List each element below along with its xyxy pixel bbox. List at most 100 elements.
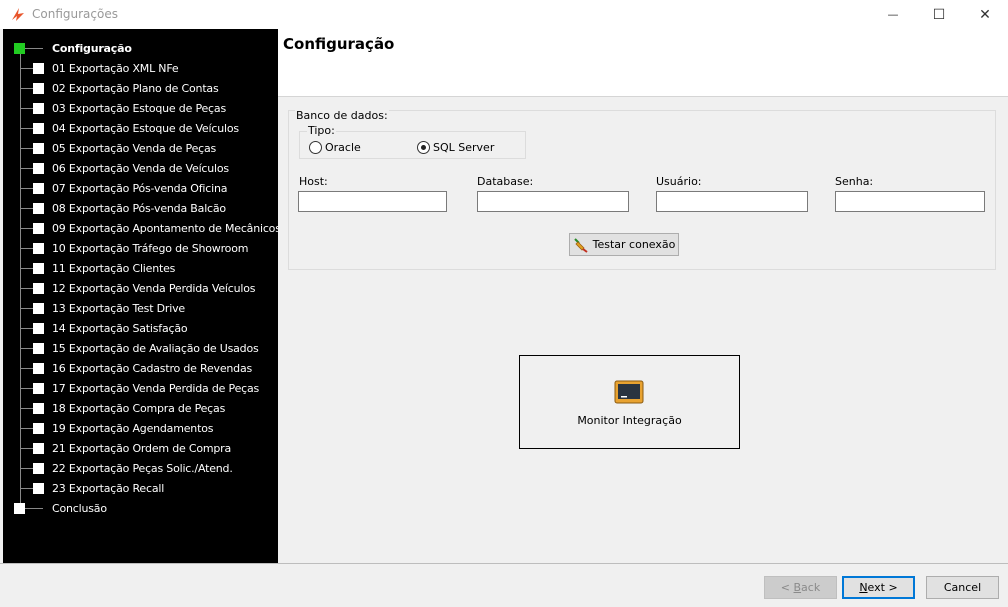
close-button[interactable]: ✕: [962, 0, 1008, 29]
senha-label: Senha:: [835, 175, 874, 188]
tree-step-label: 13 Exportação Test Drive: [52, 302, 185, 315]
step-marker: [33, 283, 44, 294]
active-step-marker: [14, 43, 25, 54]
radio-oracle-circle[interactable]: [309, 141, 322, 154]
monitor-integracao-button[interactable]: Monitor Integração: [519, 355, 740, 449]
tree-item-step[interactable]: 06 Exportação Venda de Veículos: [3, 159, 278, 179]
tree-item-conclusao[interactable]: Conclusão: [3, 499, 278, 519]
main-content: Banco de dados: Tipo: Oracle SQL Server …: [278, 97, 1008, 563]
window-title: Configurações: [32, 7, 118, 21]
step-marker: [33, 143, 44, 154]
tree-item-step[interactable]: 14 Exportação Satisfação: [3, 319, 278, 339]
tree-item-step[interactable]: 16 Exportação Cadastro de Revendas: [3, 359, 278, 379]
tree-branch-line: [21, 348, 33, 349]
tree-step-label: 16 Exportação Cadastro de Revendas: [52, 362, 253, 375]
cancel-label: Cancel: [943, 581, 982, 594]
tree-item-step[interactable]: 23 Exportação Recall: [3, 479, 278, 499]
tree-item-step[interactable]: 08 Exportação Pós-venda Balcão: [3, 199, 278, 219]
maximize-button[interactable]: ☐: [916, 0, 962, 29]
step-marker: [33, 83, 44, 94]
senha-input[interactable]: [835, 191, 985, 212]
tree-branch-line: [21, 428, 33, 429]
back-button[interactable]: < Back: [764, 576, 837, 599]
tree-item-step[interactable]: 10 Exportação Tráfego de Showroom: [3, 239, 278, 259]
monitor-icon: [614, 380, 644, 404]
database-input[interactable]: [477, 191, 629, 212]
tree-step-label: 04 Exportação Estoque de Veículos: [52, 122, 239, 135]
radio-oracle[interactable]: Oracle: [309, 141, 361, 154]
step-marker: [33, 363, 44, 374]
tree-item-step[interactable]: 04 Exportação Estoque de Veículos: [3, 119, 278, 139]
tree-step-label: 17 Exportação Venda Perdida de Peças: [52, 382, 260, 395]
radio-sql-server-label: SQL Server: [433, 141, 495, 154]
tree-step-label: 12 Exportação Venda Perdida Veículos: [52, 282, 256, 295]
tree-item-step[interactable]: 01 Exportação XML NFe: [3, 59, 278, 79]
tree-item-step[interactable]: 03 Exportação Estoque de Peças: [3, 99, 278, 119]
tree-item-step[interactable]: 11 Exportação Clientes: [3, 259, 278, 279]
step-marker: [33, 163, 44, 174]
maximize-icon: ☐: [932, 6, 946, 23]
tree-item-step[interactable]: 19 Exportação Agendamentos: [3, 419, 278, 439]
radio-sql-server[interactable]: SQL Server: [417, 141, 494, 154]
tree-step-label: 02 Exportação Plano de Contas: [52, 82, 219, 95]
wizard-steps-sidebar: Configuração 01 Exportação XML NFe 02 Expo…: [3, 29, 281, 563]
tree-item-step[interactable]: 22 Exportação Peças Solic./Atend.: [3, 459, 278, 479]
tree-item-step[interactable]: 05 Exportação Venda de Peças: [3, 139, 278, 159]
tree-step-label: 21 Exportação Ordem de Compra: [52, 442, 232, 455]
tree-step-label: 18 Exportação Compra de Peças: [52, 402, 226, 415]
tree-item-step[interactable]: 07 Exportação Pós-venda Oficina: [3, 179, 278, 199]
tree-item-step[interactable]: 18 Exportação Compra de Peças: [3, 399, 278, 419]
tree-branch-line: [21, 108, 33, 109]
tree-branch-line: [21, 288, 33, 289]
tree-final-label: Conclusão: [52, 502, 107, 515]
minimize-button[interactable]: —: [870, 0, 916, 29]
tree-step-label: 01 Exportação XML NFe: [52, 62, 179, 75]
usuario-input[interactable]: [656, 191, 808, 212]
title-bar: Configurações — ☐ ✕: [0, 0, 1008, 29]
plug-icon: [573, 237, 588, 253]
next-label: Next >: [859, 581, 898, 594]
step-marker: [33, 403, 44, 414]
monitor-integracao-label: Monitor Integração: [577, 414, 682, 427]
step-marker: [33, 123, 44, 134]
test-connection-button[interactable]: Testar conexão: [569, 233, 679, 256]
tree-item-step[interactable]: 17 Exportação Venda Perdida de Peças: [3, 379, 278, 399]
step-marker: [33, 243, 44, 254]
tree-item-step[interactable]: 09 Exportação Apontamento de Mecânicos: [3, 219, 281, 239]
tree-branch-line: [21, 328, 33, 329]
tree-item-step[interactable]: 21 Exportação Ordem de Compra: [3, 439, 278, 459]
tree-branch-line: [21, 368, 33, 369]
tree-step-label: 23 Exportação Recall: [52, 482, 165, 495]
cancel-button[interactable]: Cancel: [926, 576, 999, 599]
step-marker: [33, 103, 44, 114]
tree-branch-line: [21, 408, 33, 409]
tree-branch-line: [21, 148, 33, 149]
tree-branch-line: [21, 248, 33, 249]
tree-item-step[interactable]: 13 Exportação Test Drive: [3, 299, 278, 319]
tree-item-configuracao[interactable]: Configuração: [3, 39, 278, 59]
tipo-label: Tipo:: [307, 124, 336, 137]
step-marker: [33, 323, 44, 334]
tree-branch-line: [21, 308, 33, 309]
database-group-label: Banco de dados:: [295, 109, 389, 122]
host-input[interactable]: [298, 191, 447, 212]
step-marker: [33, 303, 44, 314]
tree-item-step[interactable]: 12 Exportação Venda Perdida Veículos: [3, 279, 278, 299]
page-header: Configuração: [278, 29, 1008, 97]
next-button[interactable]: Next >: [842, 576, 915, 599]
tree-branch-line: [21, 188, 33, 189]
wizard-footer: < Back Next > Cancel: [0, 563, 1008, 607]
step-marker: [33, 203, 44, 214]
tree-root-label: Configuração: [52, 42, 132, 55]
radio-oracle-label: Oracle: [325, 141, 361, 154]
step-marker: [33, 463, 44, 474]
step-marker: [14, 503, 25, 514]
tree-branch-line: [21, 208, 33, 209]
step-marker: [33, 183, 44, 194]
radio-sql-server-circle[interactable]: [417, 141, 430, 154]
test-connection-label: Testar conexão: [592, 238, 676, 251]
tree-branch-line: [21, 68, 33, 69]
tree-item-step[interactable]: 15 Exportação de Avaliação de Usados: [3, 339, 278, 359]
tree-branch-line: [21, 228, 33, 229]
tree-item-step[interactable]: 02 Exportação Plano de Contas: [3, 79, 278, 99]
